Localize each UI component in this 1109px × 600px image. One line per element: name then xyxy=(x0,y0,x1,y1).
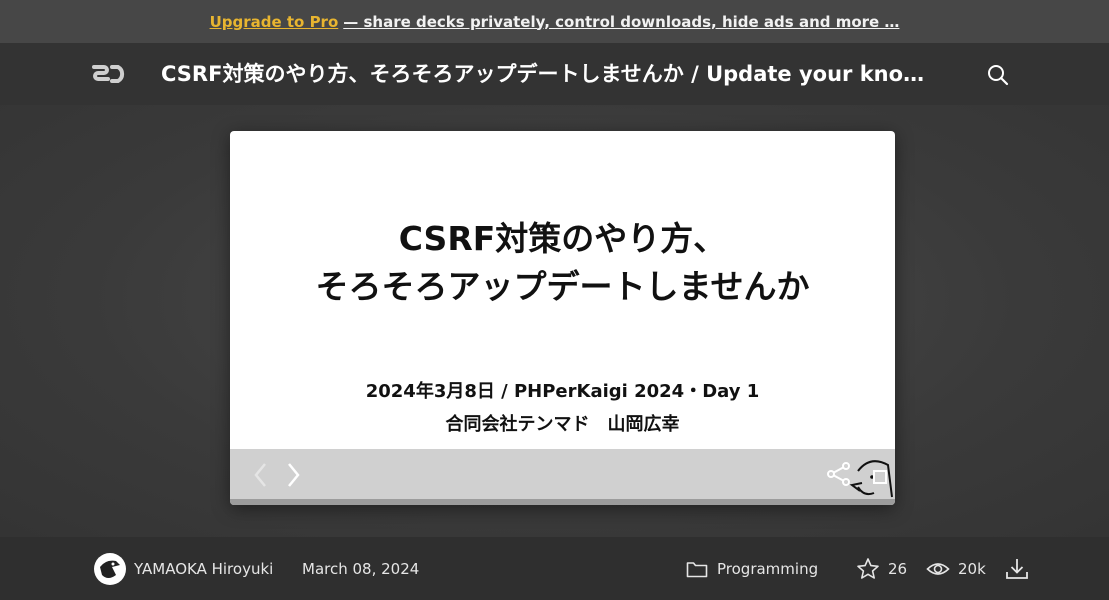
views: 20k xyxy=(926,537,986,600)
star-icon[interactable] xyxy=(856,557,880,581)
view-count: 20k xyxy=(958,559,986,578)
slide-viewer[interactable]: CSRF対策のやり方、 そろそろアップデートしませんか 2024年3月8日 / … xyxy=(230,131,895,505)
author[interactable]: YAMAOKA Hiroyuki xyxy=(94,537,273,600)
eye-icon xyxy=(926,562,950,575)
prev-icon[interactable] xyxy=(252,461,270,489)
slide-subtitle: 2024年3月8日 / PHPerKaigi 2024・Day 1 合同会社テン… xyxy=(230,375,895,441)
footer-bar: YAMAOKA Hiroyuki March 08, 2024 Programm… xyxy=(0,537,1109,600)
avatar[interactable] xyxy=(94,552,126,585)
speakerdeck-logo-icon[interactable] xyxy=(92,63,128,85)
slide-controls-bar xyxy=(230,449,895,505)
upgrade-to-pro-link[interactable]: Upgrade to Pro xyxy=(210,13,339,31)
category-label[interactable]: Programming xyxy=(717,560,818,578)
download-icon[interactable] xyxy=(1004,556,1030,582)
publish-date: March 08, 2024 xyxy=(302,559,420,578)
star-button[interactable]: 26 xyxy=(856,537,907,600)
slide-title: CSRF対策のやり方、 そろそろアップデートしませんか xyxy=(230,215,895,311)
category-link[interactable]: Programming xyxy=(686,537,818,600)
download-button[interactable] xyxy=(1004,537,1030,600)
next-icon[interactable] xyxy=(284,461,302,489)
folder-icon xyxy=(686,561,708,577)
search-icon[interactable] xyxy=(986,63,1010,87)
slide-progress-bar xyxy=(230,499,895,505)
deck-title: CSRF対策のやり方、そろそろアップデートしませんか / Update your… xyxy=(161,62,941,86)
slide-subtitle-line-2: 合同会社テンマド 山岡広幸 xyxy=(445,414,680,435)
promo-features-link[interactable]: — share decks privately, control downloa… xyxy=(343,13,899,31)
star-count: 26 xyxy=(888,559,908,578)
fullscreen-icon[interactable] xyxy=(848,457,894,501)
slide-subtitle-line-1: 2024年3月8日 / PHPerKaigi 2024・Day 1 xyxy=(365,381,760,402)
slide-title-line-1: CSRF対策のやり方、 xyxy=(398,219,727,258)
slide-title-line-2: そろそろアップデートしませんか xyxy=(315,267,810,306)
header-bar: CSRF対策のやり方、そろそろアップデートしませんか / Update your… xyxy=(0,43,1109,105)
author-name[interactable]: YAMAOKA Hiroyuki xyxy=(134,560,273,578)
promo-banner: Upgrade to Pro — share decks privately, … xyxy=(0,0,1109,43)
